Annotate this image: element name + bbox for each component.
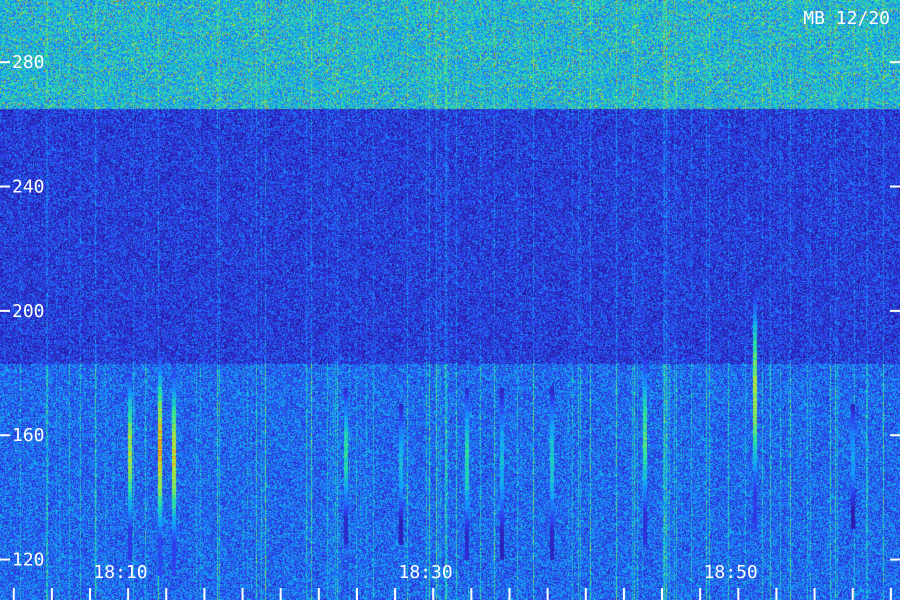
spectrogram-heatmap xyxy=(0,0,900,600)
x-tick-label: 18:50 xyxy=(704,562,758,583)
y-tick-label: 200 xyxy=(12,301,45,322)
spectrogram-chart: 120 160 200 240 280 18:10 18:30 18:50 MB 12/20 xyxy=(0,0,900,600)
y-tick-label: 240 xyxy=(12,177,45,198)
y-tick-label: 280 xyxy=(12,52,45,73)
x-tick-label: 18:10 xyxy=(93,562,147,583)
y-tick-label: 120 xyxy=(12,550,45,571)
chart-title: MB 12/20 xyxy=(803,8,890,29)
x-tick-label: 18:30 xyxy=(398,562,452,583)
y-tick-label: 160 xyxy=(12,425,45,446)
